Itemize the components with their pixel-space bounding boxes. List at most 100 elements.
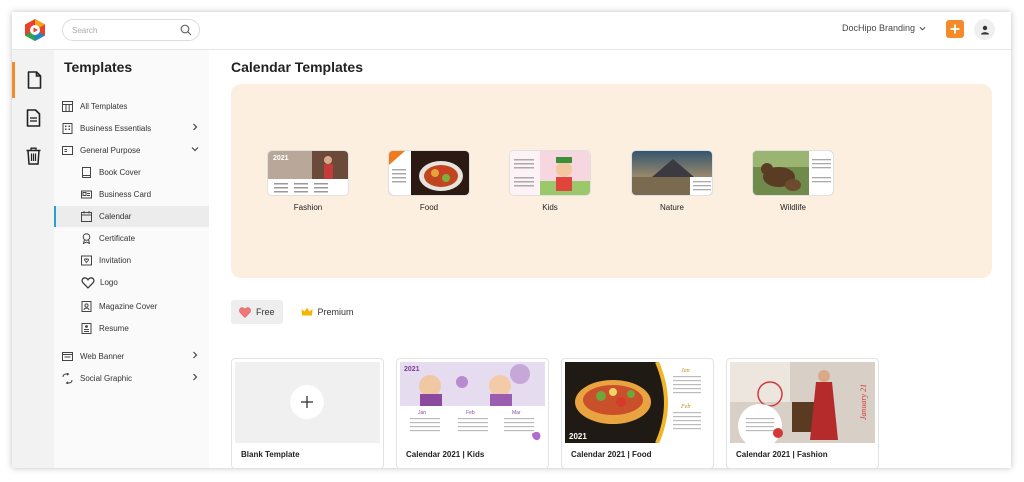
card-icon — [62, 146, 73, 155]
sidebar-item-label: Resume — [99, 324, 129, 333]
sidebar-item-business-card[interactable]: Business Card — [54, 184, 209, 205]
icon-rail — [12, 50, 54, 468]
search-input[interactable] — [72, 23, 172, 38]
sidebar-item-magazine-cover[interactable]: Magazine Cover — [54, 296, 209, 317]
add-template-button[interactable] — [290, 385, 324, 419]
sidebar-item-all-templates[interactable]: All Templates — [54, 96, 209, 117]
heart-outline-icon — [81, 276, 95, 289]
page-title: Calendar Templates — [231, 59, 364, 75]
category-label: Food — [419, 203, 439, 212]
kids-preview-month-1: Jan — [418, 410, 426, 416]
template-card-food[interactable]: 2021 Jan Feb Calendar 2021 | Food — [561, 358, 714, 468]
app-window: DocHipo Branding Templates All Templates — [12, 12, 1011, 468]
sidebar-item-general-purpose[interactable]: General Purpose — [54, 140, 209, 161]
user-account-button[interactable] — [974, 19, 995, 40]
category-label: Nature — [659, 203, 684, 212]
template-card-label: Calendar 2021 | Fashion — [736, 450, 828, 459]
price-filter-bar: Free Premium — [231, 300, 362, 326]
food-preview-month-2: Feb — [680, 404, 690, 410]
rail-designs-button[interactable] — [12, 100, 54, 136]
heart-icon — [239, 306, 251, 318]
envelope-icon — [81, 255, 92, 266]
sidebar-item-certificate[interactable]: Certificate — [54, 228, 209, 249]
sidebar-item-label: Social Graphic — [80, 374, 133, 383]
template-card-blank[interactable]: Blank Template — [231, 358, 384, 468]
sidebar-item-invitation[interactable]: Invitation — [54, 250, 209, 271]
blank-template-preview — [235, 362, 380, 443]
search-icon[interactable] — [180, 24, 192, 36]
category-label: Wildlife — [780, 203, 806, 212]
category-thumbnail: 2021 — [267, 150, 349, 196]
chevron-right-icon — [193, 123, 198, 131]
user-icon — [980, 25, 989, 34]
category-wildlife[interactable]: Wildlife — [752, 150, 834, 212]
kids-preview-year: 2021 — [404, 366, 420, 373]
sidebar-item-label: Logo — [100, 278, 118, 287]
sidebar-item-label: Book Cover — [99, 168, 141, 177]
category-kids[interactable]: Kids — [509, 150, 591, 212]
rail-trash-button[interactable] — [12, 138, 54, 174]
category-fashion[interactable]: 2021 Fashion — [267, 150, 349, 212]
filter-free-label: Free — [256, 307, 275, 317]
sidebar-item-label: General Purpose — [80, 146, 141, 155]
share-icon — [62, 373, 73, 384]
id-card-icon — [81, 190, 92, 199]
crown-icon — [301, 307, 313, 316]
template-card-fashion[interactable]: January 21 Calendar 2021 | Fashion — [726, 358, 879, 468]
sidebar-item-label: All Templates — [80, 102, 128, 111]
sidebar-item-web-banner[interactable]: Web Banner — [54, 346, 209, 367]
category-nature[interactable]: Nature — [631, 150, 713, 212]
sidebar-item-calendar[interactable]: Calendar — [54, 206, 209, 227]
create-new-button[interactable] — [946, 20, 964, 38]
sidebar-item-book-cover[interactable]: Book Cover — [54, 162, 209, 183]
kids-preview-month-2: Feb — [466, 410, 475, 416]
sidebar-item-resume[interactable]: Resume — [54, 318, 209, 339]
chevron-right-icon — [193, 351, 198, 359]
document-icon — [27, 71, 42, 89]
template-card-label: Blank Template — [241, 450, 300, 459]
dochipo-logo[interactable] — [23, 18, 47, 42]
grid-icon — [62, 101, 73, 112]
filter-premium-label: Premium — [317, 307, 354, 317]
template-card-label: Calendar 2021 | Kids — [406, 450, 485, 459]
sidebar-item-label: Certificate — [99, 234, 136, 243]
sidebar-item-label: Calendar — [99, 212, 132, 221]
template-card-kids[interactable]: 2021 Jan Feb Mar Calendar 2021 | Kids — [396, 358, 549, 468]
template-card-label: Calendar 2021 | Food — [571, 450, 652, 459]
sidebar-item-label: Magazine Cover — [99, 302, 158, 311]
resume-icon — [81, 323, 92, 334]
template-preview: January 21 — [730, 362, 875, 443]
sidebar-item-social-graphic[interactable]: Social Graphic — [54, 368, 209, 389]
food-preview-month-1: Jan — [681, 368, 690, 374]
rail-templates-button[interactable] — [12, 62, 54, 98]
search-box — [62, 19, 200, 41]
main-content: Calendar Templates 2021 Fashion Food Kid… — [209, 50, 1011, 468]
sidebar-item-label: Business Card — [99, 190, 152, 199]
template-preview: 2021 Jan Feb Mar — [400, 362, 545, 443]
kids-calendar-preview: 2021 Jan Feb Mar — [400, 362, 545, 443]
book-icon — [82, 167, 91, 178]
brand-label: DocHipo Branding — [842, 23, 916, 33]
sidebar-item-business-essentials[interactable]: Business Essentials — [54, 118, 209, 139]
fashion-thumbnail-badge: 2021 — [273, 155, 289, 162]
kids-calendar-image — [510, 151, 590, 195]
template-preview: 2021 Jan Feb — [565, 362, 710, 443]
sidebar-item-logo[interactable]: Logo — [54, 272, 209, 293]
category-label: Kids — [542, 203, 558, 212]
nature-calendar-image — [632, 151, 712, 195]
calendar-icon — [81, 211, 92, 222]
category-food[interactable]: Food — [388, 150, 470, 212]
plus-icon — [950, 24, 960, 34]
fashion-calendar-preview: January 21 — [730, 362, 875, 443]
file-text-icon — [26, 109, 40, 127]
chevron-right-icon — [193, 373, 198, 381]
food-calendar-image — [389, 151, 469, 195]
sidebar-title: Templates — [64, 59, 133, 75]
filter-free-button[interactable]: Free — [231, 300, 283, 324]
brand-dropdown[interactable]: DocHipo Branding — [842, 23, 926, 33]
chevron-down-icon — [191, 147, 199, 152]
top-bar: DocHipo Branding — [12, 12, 1011, 50]
filter-premium-button[interactable]: Premium — [293, 300, 362, 324]
kids-preview-month-3: Mar — [512, 410, 521, 416]
sidebar-item-label: Web Banner — [80, 352, 125, 361]
